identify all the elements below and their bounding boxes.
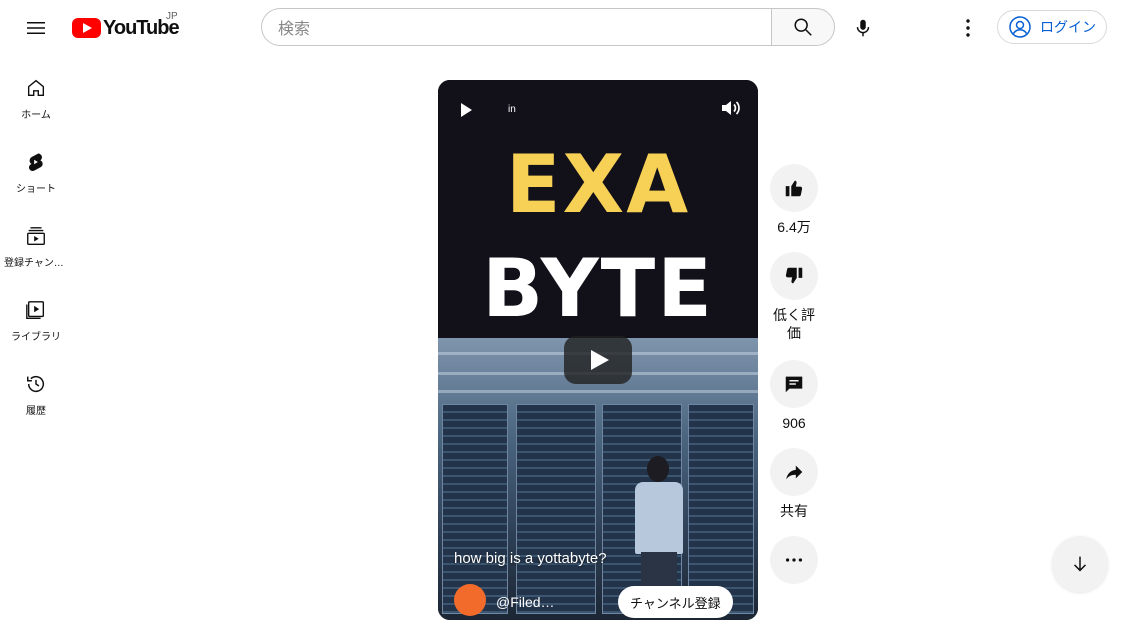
more-action [770, 536, 818, 584]
comments-button[interactable] [770, 360, 818, 408]
subscriptions-icon [24, 224, 48, 248]
next-video-button[interactable] [1052, 536, 1108, 592]
sidebar-item-home[interactable]: ホーム [4, 56, 68, 130]
more-vertical-icon [966, 19, 970, 37]
play-icon [461, 103, 472, 117]
volume-button[interactable] [718, 96, 742, 120]
person-figure [633, 456, 687, 596]
sidebar-item-shorts[interactable]: ショート [4, 130, 68, 204]
home-icon [24, 76, 48, 100]
login-button[interactable]: ログイン [997, 10, 1107, 44]
search-bar: 検索 [261, 8, 835, 48]
shorts-player[interactable]: EXA BYTE in how big is a yottabyte? @Fil… [438, 80, 758, 620]
comment-action: 906 [770, 360, 818, 432]
search-icon [794, 18, 812, 36]
dislike-action: 低く評価 [770, 252, 818, 342]
masthead: YouTube JP 検索 ログイン [0, 0, 1124, 56]
settings-menu-button[interactable] [948, 8, 988, 48]
search-input[interactable]: 検索 [261, 8, 771, 46]
sidebar-item-library[interactable]: ライブラリ [4, 278, 68, 352]
share-action: 共有 [770, 448, 818, 520]
video-title-line-1: EXA [505, 138, 691, 231]
channel-avatar[interactable] [454, 584, 486, 616]
overlay-tag: in [508, 104, 516, 115]
voice-search-button[interactable] [843, 8, 883, 48]
like-button[interactable] [770, 164, 818, 212]
arrow-down-icon [1073, 556, 1087, 572]
more-horizontal-icon [785, 558, 803, 562]
search-placeholder: 検索 [278, 21, 311, 38]
volume-icon [722, 101, 740, 115]
hamburger-icon [27, 22, 45, 34]
like-action: 6.4万 [770, 164, 818, 236]
guide-menu-button[interactable] [16, 8, 56, 48]
share-icon [786, 465, 803, 480]
dislike-label: 低く評価 [773, 307, 815, 341]
youtube-play-logo-icon [72, 18, 101, 38]
sidebar-item-label: ホーム [21, 110, 51, 121]
comment-count: 906 [782, 415, 806, 431]
dislike-button[interactable] [770, 252, 818, 300]
share-button[interactable] [770, 448, 818, 496]
sidebar-item-label: 登録チャンネル [4, 258, 68, 269]
history-icon [24, 372, 48, 396]
like-count: 6.4万 [777, 219, 811, 235]
account-circle-icon [1009, 16, 1031, 38]
sidebar-item-label: ショート [16, 184, 56, 195]
play-pause-button[interactable] [454, 98, 478, 122]
sidebar-item-history[interactable]: 履歴 [4, 352, 68, 426]
comment-icon [785, 376, 803, 393]
subscribe-button[interactable]: チャンネル登録 [618, 586, 733, 618]
video-title-line-2: BYTE [482, 242, 714, 335]
more-actions-button[interactable] [770, 536, 818, 584]
login-label: ログイン [1040, 19, 1096, 35]
channel-name[interactable]: @Filed… [496, 594, 555, 610]
share-label: 共有 [780, 503, 808, 519]
region-code: JP [166, 11, 178, 22]
shorts-icon [24, 150, 48, 174]
microphone-icon [856, 19, 870, 37]
search-button[interactable] [771, 8, 835, 46]
library-icon [24, 298, 48, 322]
thumb-up-icon [785, 180, 803, 197]
sidebar-item-label: 履歴 [26, 406, 46, 417]
video-caption[interactable]: how big is a yottabyte? [454, 550, 607, 567]
youtube-logo[interactable]: YouTube [72, 16, 180, 40]
channel-row: @Filed… チャンネル登録 [454, 582, 744, 618]
sidebar-item-subscriptions[interactable]: 登録チャンネル [4, 204, 68, 278]
large-play-button[interactable] [564, 336, 632, 384]
sidebar-item-label: ライブラリ [11, 332, 61, 343]
thumb-down-icon [785, 267, 803, 284]
